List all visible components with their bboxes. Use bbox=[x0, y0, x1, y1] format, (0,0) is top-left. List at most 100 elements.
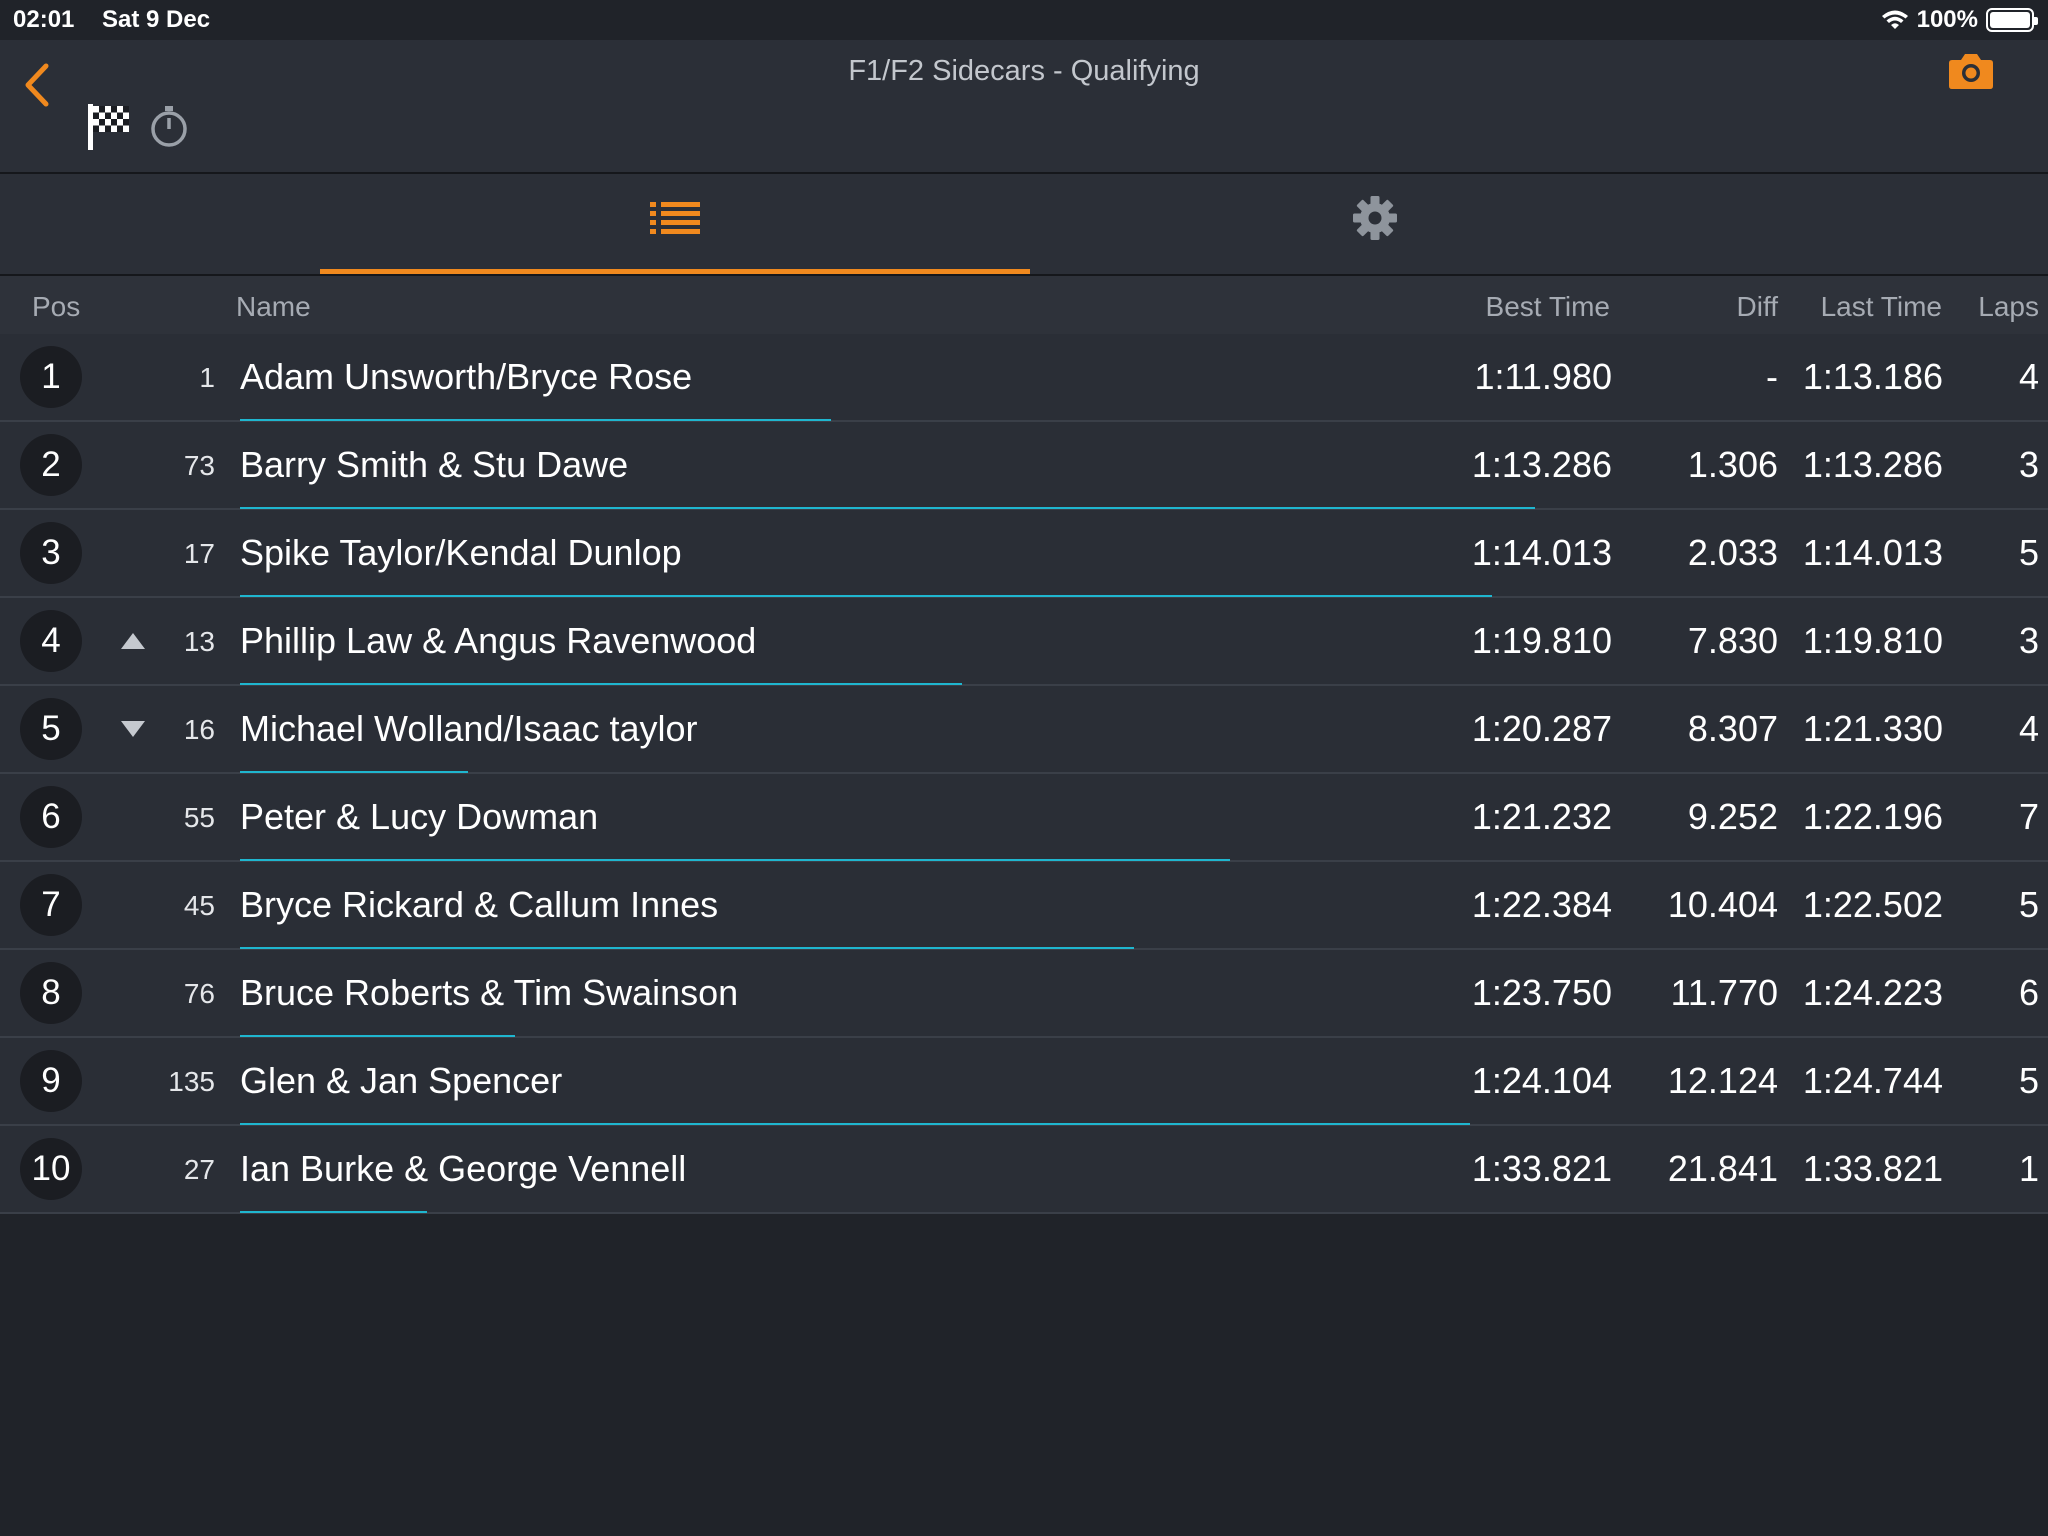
time-diff: 12.124 bbox=[1667, 1060, 1778, 1101]
table-row[interactable]: 1 1 Adam Unsworth/Bryce Rose 1:11.980 -1:13.… bbox=[0, 334, 2048, 422]
best-time: 1:19.810 bbox=[1471, 620, 1612, 661]
driver-name: Glen & Jan Spencer bbox=[240, 1060, 563, 1101]
lap-count: 5 bbox=[2018, 532, 2039, 573]
best-time: 1:13.286 bbox=[1471, 444, 1612, 485]
driver-name: Bruce Roberts & Tim Swainson bbox=[240, 972, 739, 1013]
race-number: 16 bbox=[183, 714, 215, 745]
header-laps[interactable]: Laps bbox=[1978, 291, 2039, 323]
last-time: 1:22.502 bbox=[1802, 884, 1943, 925]
lap-progress-bar bbox=[240, 947, 1135, 949]
lap-progress-bar bbox=[240, 595, 1492, 597]
driver-name: Bryce Rickard & Callum Innes bbox=[240, 884, 719, 925]
driver-name: Phillip Law & Angus Ravenwood bbox=[240, 620, 757, 661]
best-time: 1:33.821 bbox=[1471, 1148, 1612, 1189]
table-row[interactable]: 10 27 Ian Burke & George Vennell 1:33.821 21… bbox=[0, 1126, 2048, 1214]
race-number: 17 bbox=[183, 538, 215, 569]
position-badge: 6 bbox=[20, 786, 82, 848]
best-time: 1:23.750 bbox=[1471, 972, 1612, 1013]
last-time: 1:19.810 bbox=[1802, 620, 1943, 661]
time-diff: 9.252 bbox=[1687, 796, 1778, 837]
last-time: 1:33.821 bbox=[1802, 1148, 1943, 1189]
lap-progress-bar bbox=[240, 683, 962, 685]
active-tab-indicator bbox=[320, 269, 1030, 274]
time-diff: 2.033 bbox=[1687, 532, 1778, 573]
best-time: 1:20.287 bbox=[1471, 708, 1612, 749]
position-badge: 2 bbox=[20, 434, 82, 496]
table-row[interactable]: 6 55 Peter & Lucy Dowman 1:21.232 9.252 1:22.… bbox=[0, 774, 2048, 862]
position-badge: 4 bbox=[20, 610, 82, 672]
status-bar: 02:01 Sat 9 Dec 100% bbox=[0, 0, 2048, 40]
time-diff: - bbox=[1766, 356, 1778, 397]
position-badge: 8 bbox=[20, 962, 82, 1024]
nav-bar: F1/F2 Sidecars - Qualifying bbox=[0, 40, 2048, 174]
time-diff: 10.404 bbox=[1667, 884, 1778, 925]
time-diff: 1.306 bbox=[1687, 444, 1778, 485]
header-pos[interactable]: Pos bbox=[32, 291, 80, 323]
lap-count: 5 bbox=[2018, 1060, 2039, 1101]
position-badge: 1 bbox=[20, 346, 82, 408]
header-best-time[interactable]: Best Time bbox=[1486, 291, 1610, 323]
lap-progress-bar bbox=[240, 771, 469, 773]
last-time: 1:13.186 bbox=[1802, 356, 1943, 397]
tab-settings[interactable] bbox=[1020, 174, 1730, 274]
status-time: 02:01 bbox=[13, 6, 75, 33]
time-diff: 11.770 bbox=[1670, 972, 1778, 1013]
checkered-flag-icon[interactable] bbox=[86, 102, 132, 152]
lap-count: 3 bbox=[2018, 620, 2039, 661]
results-table: 1 1 Adam Unsworth/Bryce Rose 1:11.980-1:13.… bbox=[0, 334, 2048, 1214]
tab-results-list[interactable] bbox=[320, 174, 1030, 274]
lap-count: 6 bbox=[2018, 972, 2039, 1013]
race-number: 45 bbox=[183, 890, 215, 921]
status-date: Sat 9 Dec bbox=[102, 6, 211, 33]
driver-name: Barry Smith & Stu Dawe bbox=[240, 444, 629, 485]
lap-progress-track bbox=[240, 1211, 2036, 1213]
driver-name: Peter & Lucy Dowman bbox=[240, 796, 599, 837]
list-icon bbox=[650, 202, 700, 234]
position-badge: 7 bbox=[20, 874, 82, 936]
table-row[interactable]: 2 73 Barry Smith & Stu Dawe 1:13.286 1.306 1:… bbox=[0, 422, 2048, 510]
lap-progress-track bbox=[240, 1035, 2036, 1037]
last-time: 1:21.330 bbox=[1802, 708, 1943, 749]
tab-bar bbox=[0, 174, 2048, 276]
lap-count: 7 bbox=[2018, 796, 2039, 837]
best-time: 1:11.980 bbox=[1474, 356, 1612, 397]
table-row[interactable]: 4 13 Phillip Law & Angus Ravenwood 1:19.810… bbox=[0, 598, 2048, 686]
table-row[interactable]: 5 16 Michael Wolland/Isaac taylor 1:20.287 8… bbox=[0, 686, 2048, 774]
stopwatch-icon[interactable] bbox=[148, 104, 190, 148]
race-number: 73 bbox=[183, 450, 215, 481]
last-time: 1:24.223 bbox=[1802, 972, 1943, 1013]
header-last-time[interactable]: Last Time bbox=[1821, 291, 1942, 323]
lap-count: 5 bbox=[2018, 884, 2039, 925]
camera-icon[interactable] bbox=[1948, 52, 1994, 90]
lap-count: 4 bbox=[2018, 356, 2039, 397]
lap-progress-track bbox=[240, 859, 2036, 861]
header-name[interactable]: Name bbox=[236, 291, 311, 323]
table-row[interactable]: 7 45 Bryce Rickard & Callum Innes 1:22.384 1… bbox=[0, 862, 2048, 950]
position-badge: 10 bbox=[20, 1138, 82, 1200]
position-up-icon bbox=[121, 633, 145, 649]
lap-progress-track bbox=[240, 595, 2036, 597]
lap-progress-bar bbox=[240, 1123, 1471, 1125]
wifi-icon bbox=[1881, 10, 1908, 29]
position-down-icon bbox=[121, 721, 145, 737]
table-row[interactable]: 3 17 Spike Taylor/Kendal Dunlop 1:14.013 2.0… bbox=[0, 510, 2048, 598]
battery-icon bbox=[1986, 8, 2038, 32]
header-diff[interactable]: Diff bbox=[1737, 291, 1779, 323]
best-time: 1:22.384 bbox=[1471, 884, 1612, 925]
lap-progress-track bbox=[240, 1123, 2036, 1125]
race-number: 27 bbox=[183, 1154, 215, 1185]
race-number: 13 bbox=[183, 626, 215, 657]
lap-progress-track bbox=[240, 507, 2036, 509]
time-diff: 7.830 bbox=[1687, 620, 1778, 661]
table-header: Pos Name Best Time Diff Last Time Laps bbox=[0, 276, 2048, 334]
table-row[interactable]: 8 76 Bruce Roberts & Tim Swainson 1:23.750 1… bbox=[0, 950, 2048, 1038]
last-time: 1:22.196 bbox=[1802, 796, 1943, 837]
lap-progress-bar bbox=[240, 859, 1230, 861]
table-row[interactable]: 9 135 Glen & Jan Spencer 1:24.104 12.124 1:24… bbox=[0, 1038, 2048, 1126]
lap-progress-bar bbox=[240, 507, 1535, 509]
lap-progress-bar bbox=[240, 1035, 515, 1037]
last-time: 1:14.013 bbox=[1802, 532, 1943, 573]
lap-progress-track bbox=[240, 771, 2036, 773]
time-diff: 8.307 bbox=[1687, 708, 1778, 749]
last-time: 1:24.744 bbox=[1802, 1060, 1943, 1101]
